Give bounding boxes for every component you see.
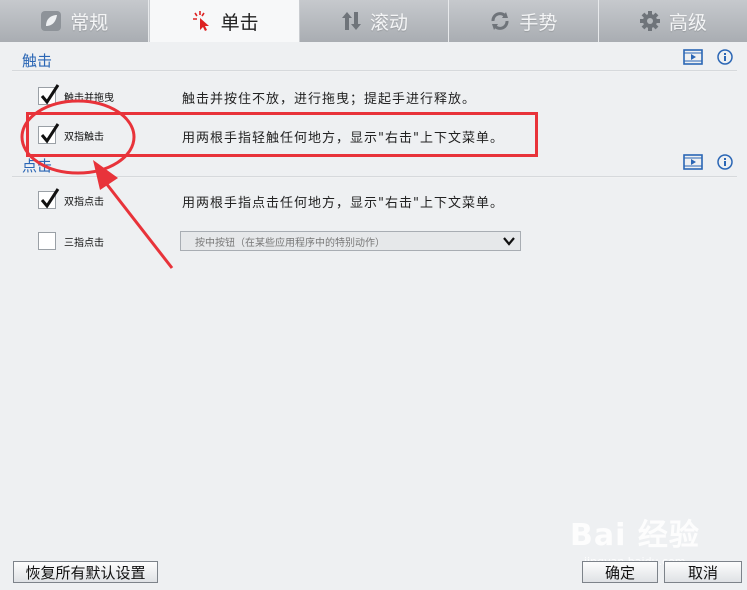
restore-defaults-button[interactable]: 恢复所有默认设置 <box>13 561 158 583</box>
annotation-overlay <box>20 99 174 269</box>
annotation-arrow-shaft <box>100 177 174 269</box>
ok-button[interactable]: 确定 <box>582 561 658 583</box>
cancel-button[interactable]: 取消 <box>664 561 742 583</box>
annotation-circle <box>20 99 136 175</box>
watermark-logo: Bai 经验 <box>570 518 700 553</box>
